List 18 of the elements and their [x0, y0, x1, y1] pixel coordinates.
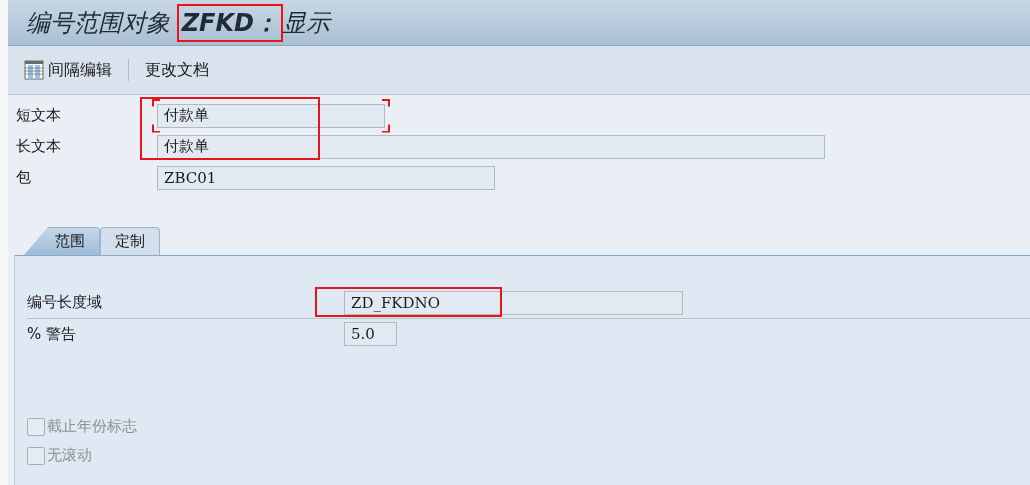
- input-field[interactable]: ZD_FKDNO: [344, 290, 683, 315]
- field-label: 包: [16, 168, 32, 187]
- input-field[interactable]: 5.0: [344, 322, 397, 346]
- field-label: 短文本: [16, 106, 62, 125]
- toolbar-button[interactable]: 间隔编辑: [20, 57, 116, 83]
- input-field[interactable]: 付款单: [157, 103, 385, 128]
- input-field[interactable]: ZBC01: [157, 165, 495, 190]
- toolbar-button[interactable]: 更改文档: [141, 57, 213, 83]
- table-icon: [24, 60, 44, 80]
- window-title: 编号范围对象 ZFKD：显示: [26, 6, 330, 39]
- checkbox-label: 无滚动: [47, 446, 92, 465]
- tab[interactable]: 定制: [100, 227, 160, 255]
- tab[interactable]: 范围: [24, 227, 100, 255]
- field-label: % 警告: [27, 324, 78, 344]
- checkbox-label: 截止年份标志: [47, 417, 137, 436]
- input-field[interactable]: 付款单: [157, 134, 825, 159]
- field-label: 长文本: [16, 137, 62, 156]
- field-label: 编号长度域: [27, 293, 103, 312]
